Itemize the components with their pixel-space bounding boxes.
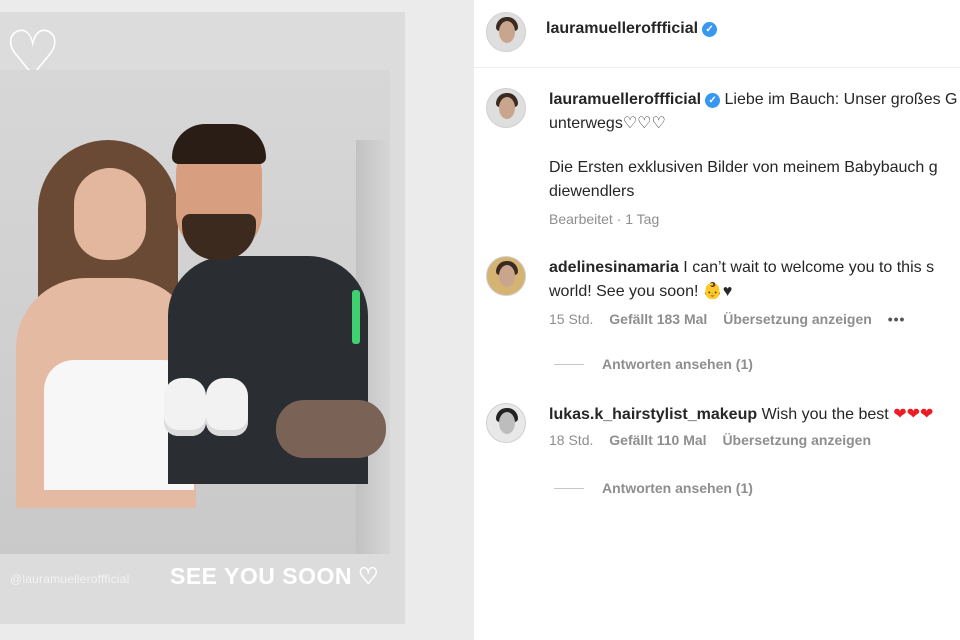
baby-shoe xyxy=(206,378,248,436)
comment-body: lukas.k_hairstylist_makeup Wish you the … xyxy=(549,403,960,449)
comment-username[interactable]: adelinesinamaria xyxy=(549,259,679,276)
comment-meta: 15 Std. Gefällt 183 Mal Übersetzung anze… xyxy=(549,310,960,328)
post-header: lauramuelleroffficial ✓ xyxy=(474,0,960,68)
header-user: lauramuelleroffficial ✓ xyxy=(546,20,718,38)
story-handle: @lauramuelleroffficial xyxy=(10,572,130,586)
caption-meta: Bearbeitet · 1 Tag xyxy=(549,211,660,227)
comment-time[interactable]: 18 Std. xyxy=(549,432,593,448)
verified-badge-icon: ✓ xyxy=(702,22,718,37)
view-replies-label: Antworten ansehen (1) xyxy=(602,480,753,496)
comment-text: world! See you soon! 👶♥ xyxy=(549,283,733,300)
avatar-face xyxy=(499,265,515,287)
more-options-icon[interactable]: ••• xyxy=(888,311,906,327)
caption-text: Die Ersten exklusiven Bilder von meinem … xyxy=(549,159,938,176)
baby-shoe xyxy=(164,378,206,436)
caption-text: Liebe im Bauch: Unser großes G xyxy=(724,91,958,108)
comment-likes[interactable]: Gefällt 110 Mal xyxy=(609,432,706,448)
caption-body: lauramuelleroffficial ✓ Liebe im Bauch: U… xyxy=(549,88,960,228)
avatar[interactable] xyxy=(486,12,526,52)
caption-text: diewendlers xyxy=(549,183,635,200)
view-replies-label: Antworten ansehen (1) xyxy=(602,356,753,372)
avatar-face xyxy=(499,21,515,43)
translate-button[interactable]: Übersetzung anzeigen xyxy=(723,311,872,327)
comment-text: I can’t wait to welcome you to this s xyxy=(683,259,935,276)
comment-body: adelinesinamaria I can’t wait to welcome… xyxy=(549,256,960,328)
avatar-face xyxy=(499,97,515,119)
replies-line xyxy=(554,488,584,489)
comment-meta: 18 Std. Gefällt 110 Mal Übersetzung anze… xyxy=(549,431,960,449)
comment-username[interactable]: lukas.k_hairstylist_makeup xyxy=(549,406,757,423)
avatar[interactable] xyxy=(486,403,526,443)
caption-username[interactable]: lauramuelleroffficial xyxy=(549,91,701,108)
avatar-face xyxy=(499,412,515,434)
shirt-logo xyxy=(352,290,360,344)
woman-face xyxy=(74,168,146,260)
avatar[interactable] xyxy=(486,88,526,128)
man-hair xyxy=(172,124,266,164)
header-username[interactable]: lauramuelleroffficial xyxy=(546,20,698,37)
view-replies-button[interactable]: Antworten ansehen (1) xyxy=(554,356,753,372)
post-image[interactable]: ♡ ♡ ♡ @lauramuelleroffficial SEE YOU SOO… xyxy=(0,0,474,640)
verified-badge-icon: ✓ xyxy=(705,93,721,108)
comment-likes[interactable]: Gefällt 183 Mal xyxy=(609,311,707,327)
man-arm xyxy=(276,400,386,458)
view-replies-button[interactable]: Antworten ansehen (1) xyxy=(554,480,753,496)
red-hearts-icon: ❤❤❤ xyxy=(893,406,934,423)
heart-icon: ♡ xyxy=(357,563,380,589)
translate-button[interactable]: Übersetzung anzeigen xyxy=(722,432,871,448)
story-caption-text: SEE YOU SOON xyxy=(170,563,352,589)
comment-text: Wish you the best xyxy=(761,406,889,423)
comment-time[interactable]: 15 Std. xyxy=(549,311,593,327)
avatar[interactable] xyxy=(486,256,526,296)
comments-panel: lauramuelleroffficial ✓ lauramuellerofffi… xyxy=(474,0,960,640)
caption-text: unterwegs♡♡♡ xyxy=(549,115,666,132)
replies-line xyxy=(554,364,584,365)
story-caption: SEE YOU SOON ♡ xyxy=(170,563,379,590)
